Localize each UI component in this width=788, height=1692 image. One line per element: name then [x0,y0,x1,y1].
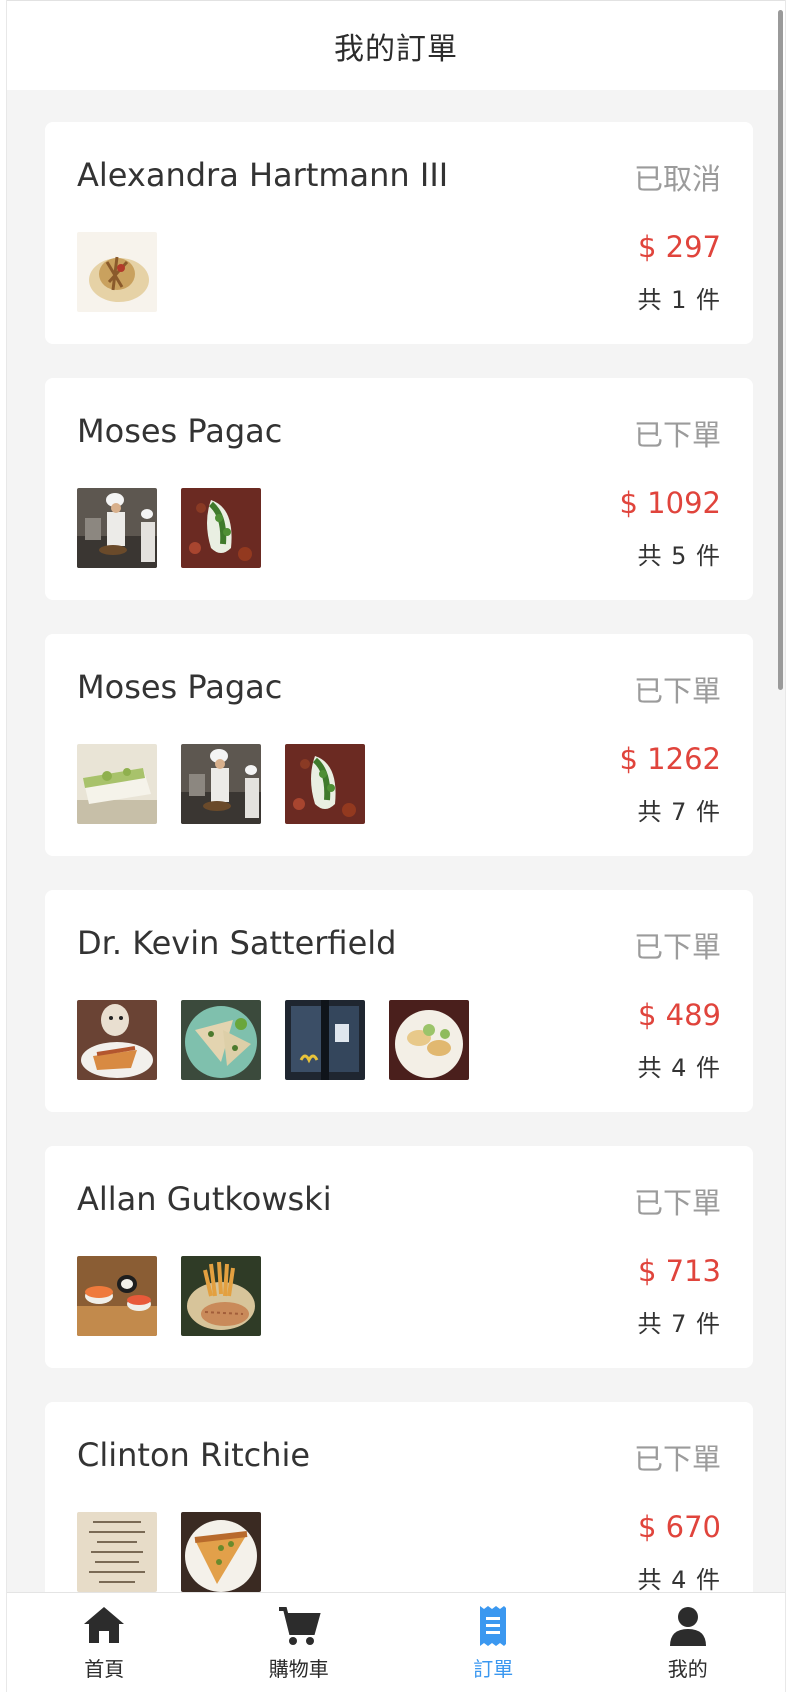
order-price: $ 1092 [619,486,721,520]
order-card[interactable]: Alexandra Hartmann III 已取消 $ 297 共 1 件 [45,122,753,344]
order-thumbnails [77,1000,493,1080]
product-thumbnail-chefs[interactable] [181,744,261,824]
order-status: 已下單 [633,674,721,708]
order-customer-name: Moses Pagac [77,668,283,706]
order-thumbnails [77,488,285,568]
order-status: 已取消 [633,162,721,196]
order-status: 已下單 [633,1442,721,1476]
bottom-tab-bar: 首頁 購物車 訂單 我的 [7,1592,785,1692]
product-thumbnail-salad[interactable] [181,488,261,568]
order-card[interactable]: Moses Pagac 已下單 $ 1092 共 5 件 [45,378,753,600]
order-list[interactable]: Alexandra Hartmann III 已取消 $ 297 共 1 件 M… [7,90,785,1592]
order-item-count: 共 4 件 [637,1054,721,1082]
tab-profile-label: 我的 [667,1657,708,1681]
product-thumbnail-salad[interactable] [285,744,365,824]
user-icon [665,1603,711,1649]
order-item-count: 共 7 件 [637,798,721,826]
order-item-count: 共 5 件 [637,542,721,570]
order-thumbnails [77,232,181,312]
shopping-cart-icon [276,1603,322,1649]
nav-bar: 我的訂單 [7,0,785,90]
product-thumbnail-matcha-cake[interactable] [77,744,157,824]
order-card[interactable]: Dr. Kevin Satterfield 已下單 $ 489 共 4 件 [45,890,753,1112]
product-thumbnail-chefs[interactable] [77,488,157,568]
order-price: $ 489 [637,998,721,1032]
order-customer-name: Moses Pagac [77,412,283,450]
order-item-count: 共 1 件 [637,286,721,314]
receipt-icon [470,1603,516,1649]
tab-orders[interactable]: 訂單 [396,1593,591,1692]
tab-orders-label: 訂單 [473,1657,514,1681]
product-thumbnail-fries[interactable] [181,1256,261,1336]
product-thumbnail-calamari[interactable] [389,1000,469,1080]
order-item-count: 共 4 件 [637,1566,721,1592]
order-customer-name: Clinton Ritchie [77,1436,311,1474]
order-card[interactable]: Allan Gutkowski 已下單 $ 713 共 7 件 [45,1146,753,1368]
order-customer-name: Allan Gutkowski [77,1180,332,1218]
product-thumbnail-storefront[interactable] [285,1000,365,1080]
order-status: 已下單 [633,930,721,964]
tab-cart-label: 購物車 [268,1657,329,1681]
order-card[interactable]: Clinton Ritchie 已下單 $ 670 共 4 件 [45,1402,753,1592]
order-thumbnails [77,744,389,824]
order-card[interactable]: Moses Pagac 已下單 $ 1262 共 7 件 [45,634,753,856]
order-price: $ 670 [637,1510,721,1544]
page-title: 我的訂單 [334,31,458,67]
order-price: $ 297 [637,230,721,264]
home-icon [81,1603,127,1649]
tab-profile[interactable]: 我的 [591,1593,786,1692]
product-thumbnail-dog-sandwich[interactable] [77,1000,157,1080]
product-thumbnail-quesadilla[interactable] [181,1000,261,1080]
tab-cart[interactable]: 購物車 [202,1593,397,1692]
order-price: $ 713 [637,1254,721,1288]
product-thumbnail-sushi[interactable] [77,1256,157,1336]
order-item-count: 共 7 件 [637,1310,721,1338]
tab-home-label: 首頁 [84,1657,125,1681]
order-status: 已下單 [633,418,721,452]
product-thumbnail-pasta[interactable] [77,232,157,312]
order-status: 已下單 [633,1186,721,1220]
order-customer-name: Alexandra Hartmann III [77,156,449,194]
tab-home[interactable]: 首頁 [7,1593,202,1692]
order-customer-name: Dr. Kevin Satterfield [77,924,397,962]
order-thumbnails [77,1512,285,1592]
product-thumbnail-pizza[interactable] [181,1512,261,1592]
order-thumbnails [77,1256,285,1336]
app-frame: 我的訂單 Alexandra Hartmann III 已取消 $ 297 共 … [6,0,786,1692]
order-price: $ 1262 [619,742,721,776]
product-thumbnail-menu[interactable] [77,1512,157,1592]
vertical-scrollbar[interactable] [778,10,783,690]
